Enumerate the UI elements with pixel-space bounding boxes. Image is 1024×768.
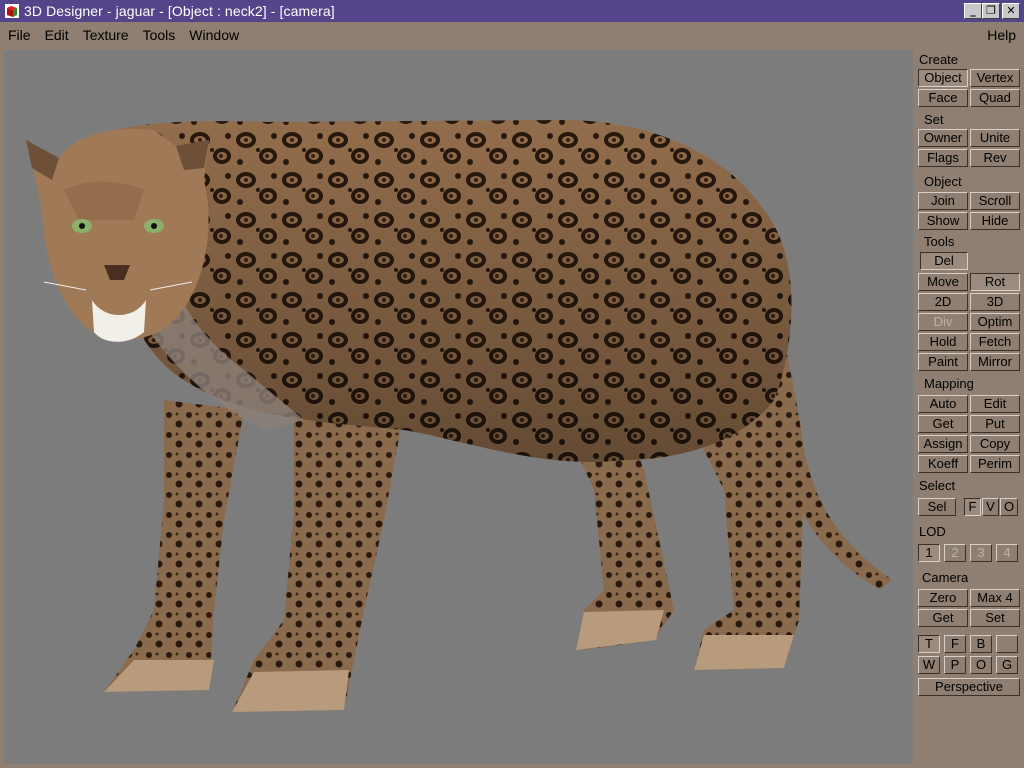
menu-tools[interactable]: Tools <box>136 27 183 43</box>
lod-2-button[interactable]: 2 <box>944 544 966 562</box>
camera-set-button[interactable]: Set <box>970 609 1020 627</box>
set-rev-button[interactable]: Rev <box>970 149 1020 167</box>
menu-file[interactable]: File <box>0 27 38 43</box>
window-title: 3D Designer - jaguar - [Object : neck2] … <box>24 3 335 19</box>
section-label-camera: Camera <box>922 570 969 585</box>
section-label-set: Set <box>924 112 944 127</box>
view-blank-button[interactable] <box>996 635 1018 653</box>
object-scroll-button[interactable]: Scroll <box>970 192 1020 210</box>
section-label-mapping: Mapping <box>924 376 974 391</box>
perspective-button[interactable]: Perspective <box>918 678 1020 696</box>
tools-del-button[interactable]: Del <box>920 252 968 270</box>
tools-paint-button[interactable]: Paint <box>918 353 968 371</box>
set-flags-button[interactable]: Flags <box>918 149 968 167</box>
mapping-edit-button[interactable]: Edit <box>970 395 1020 413</box>
mapping-perim-button[interactable]: Perim <box>970 455 1020 473</box>
app-cube-icon[interactable] <box>4 3 20 19</box>
camera-get-button[interactable]: Get <box>918 609 968 627</box>
create-face-button[interactable]: Face <box>918 89 968 107</box>
tools-rot-button[interactable]: Rot <box>970 273 1020 291</box>
tools-optim-button[interactable]: Optim <box>970 313 1020 331</box>
menu-help[interactable]: Help <box>987 27 1016 43</box>
create-quad-button[interactable]: Quad <box>970 89 1020 107</box>
close-button[interactable]: ✕ <box>1002 3 1020 19</box>
menu-texture[interactable]: Texture <box>76 27 136 43</box>
tools-2d-button[interactable]: 2D <box>918 293 968 311</box>
create-object-button[interactable]: Object <box>918 69 968 87</box>
select-sel-button[interactable]: Sel <box>918 498 956 516</box>
mapping-put-button[interactable]: Put <box>970 415 1020 433</box>
camera-zero-button[interactable]: Zero <box>918 589 968 607</box>
select-object-toggle[interactable]: O <box>1000 498 1018 516</box>
section-label-lod: LOD <box>919 524 946 539</box>
tools-mirror-button[interactable]: Mirror <box>970 353 1020 371</box>
view-w-button[interactable]: W <box>918 656 940 674</box>
view-o-button[interactable]: O <box>970 656 992 674</box>
select-face-toggle[interactable]: F <box>964 498 981 516</box>
menu-bar: File Edit Texture Tools Window Help <box>0 22 1024 48</box>
object-show-button[interactable]: Show <box>918 212 968 230</box>
section-label-select: Select <box>919 478 956 493</box>
menu-window[interactable]: Window <box>182 27 246 43</box>
tools-3d-button[interactable]: 3D <box>970 293 1020 311</box>
set-owner-button[interactable]: Owner <box>918 129 968 147</box>
view-p-button[interactable]: P <box>944 656 966 674</box>
mapping-koeff-button[interactable]: Koeff <box>918 455 968 473</box>
restore-button[interactable]: ❐ <box>982 3 1000 19</box>
jaguar-model <box>26 120 892 712</box>
lod-4-button[interactable]: 4 <box>996 544 1018 562</box>
create-vertex-button[interactable]: Vertex <box>970 69 1020 87</box>
minimize-button[interactable]: _ <box>964 3 982 19</box>
tools-hold-button[interactable]: Hold <box>918 333 968 351</box>
lod-1-button[interactable]: 1 <box>918 544 940 562</box>
camera-max4-button[interactable]: Max 4 <box>970 589 1020 607</box>
tool-panel: Create Object Vertex Face Quad Set Owner… <box>913 50 1024 768</box>
3d-viewport[interactable] <box>4 50 913 764</box>
mapping-auto-button[interactable]: Auto <box>918 395 968 413</box>
object-join-button[interactable]: Join <box>918 192 968 210</box>
mapping-assign-button[interactable]: Assign <box>918 435 968 453</box>
menu-edit[interactable]: Edit <box>38 27 76 43</box>
view-g-button[interactable]: G <box>996 656 1018 674</box>
section-label-object: Object <box>924 174 962 189</box>
mapping-copy-button[interactable]: Copy <box>970 435 1020 453</box>
view-front-button[interactable]: F <box>944 635 966 653</box>
mapping-get-button[interactable]: Get <box>918 415 968 433</box>
tools-fetch-button[interactable]: Fetch <box>970 333 1020 351</box>
set-unite-button[interactable]: Unite <box>970 129 1020 147</box>
section-label-create: Create <box>919 52 959 67</box>
view-back-button[interactable]: B <box>970 635 992 653</box>
view-top-button[interactable]: T <box>918 635 940 653</box>
tools-move-button[interactable]: Move <box>918 273 968 291</box>
object-hide-button[interactable]: Hide <box>970 212 1020 230</box>
lod-3-button[interactable]: 3 <box>970 544 992 562</box>
select-vertex-toggle[interactable]: V <box>982 498 999 516</box>
tools-div-button[interactable]: Div <box>918 313 968 331</box>
title-bar: 3D Designer - jaguar - [Object : neck2] … <box>0 0 1024 22</box>
section-label-tools: Tools <box>924 234 955 249</box>
